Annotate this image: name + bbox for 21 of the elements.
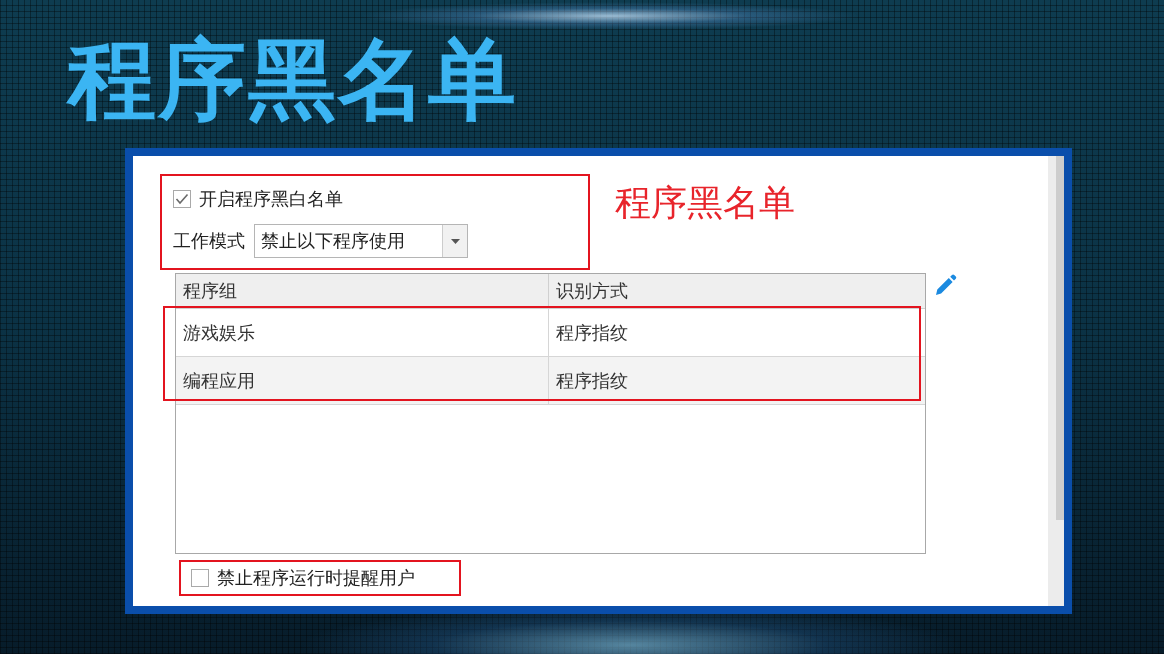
pencil-icon[interactable]	[935, 273, 957, 296]
dropdown-arrow-button[interactable]	[442, 225, 467, 257]
table-cell: 游戏娱乐	[176, 309, 549, 356]
column-header[interactable]: 程序组	[176, 274, 549, 308]
annotation-label: 程序黑名单	[615, 182, 795, 224]
checkbox[interactable]	[191, 569, 209, 587]
table-cell-text: 程序指纹	[555, 368, 629, 393]
mode-dropdown[interactable]: 禁止以下程序使用	[254, 224, 468, 258]
column-header[interactable]: 识别方式	[549, 274, 925, 308]
checkbox-label[interactable]: 禁止程序运行时提醒用户	[217, 567, 415, 589]
scrollbar-thumb[interactable]	[1056, 156, 1064, 520]
table-row[interactable]: 游戏娱乐 程序指纹	[176, 309, 925, 357]
table-cell: 编程应用	[176, 357, 549, 404]
caret-icon	[450, 238, 460, 244]
scrollbar[interactable]	[1048, 156, 1064, 606]
table-cell-text: 程序指纹	[555, 320, 629, 345]
checkbox-label[interactable]: 开启程序黑白名单	[199, 188, 343, 210]
work-mode-label: 工作模式	[173, 230, 245, 252]
checkbox[interactable]	[173, 190, 191, 208]
table-row[interactable]: 编程应用 程序指纹	[176, 357, 925, 405]
check-icon	[175, 193, 189, 205]
